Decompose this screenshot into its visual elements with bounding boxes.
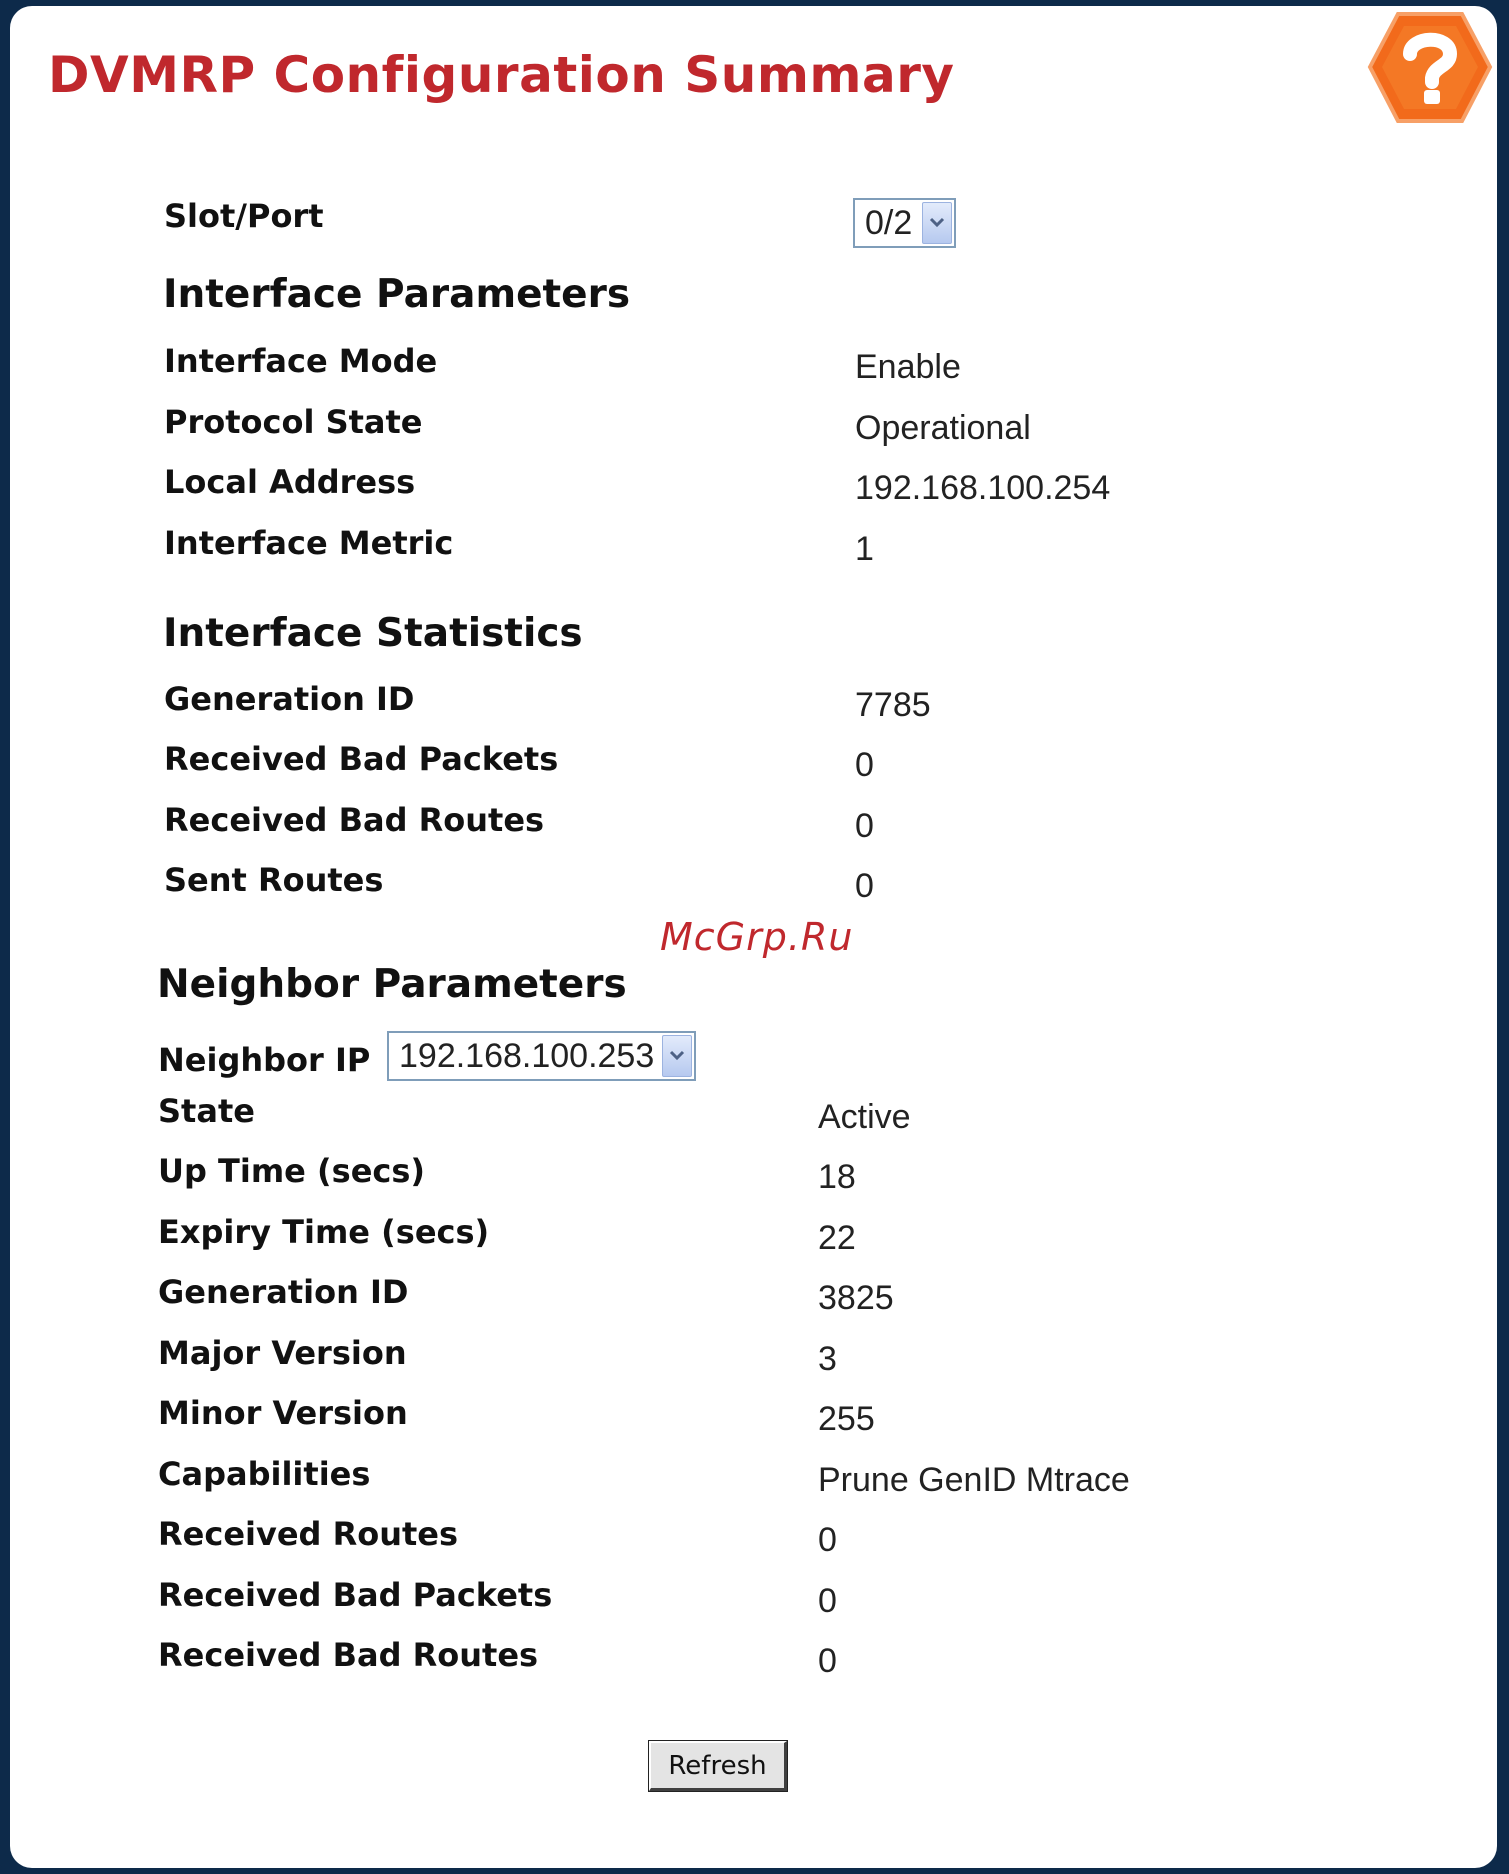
neighbor-ip-selected-value: 192.168.100.253 bbox=[399, 1037, 655, 1075]
expiry-time-label: Expiry Time (secs) bbox=[158, 1213, 490, 1251]
protocol-state-label: Protocol State bbox=[164, 403, 423, 441]
interface-metric-value: 1 bbox=[855, 530, 874, 568]
received-routes-label: Received Routes bbox=[158, 1515, 459, 1553]
received-bad-routes-value: 0 bbox=[855, 807, 874, 845]
page-title: DVMRP Configuration Summary bbox=[48, 46, 955, 104]
received-bad-routes-label: Received Bad Routes bbox=[164, 801, 545, 839]
interface-mode-label: Interface Mode bbox=[164, 342, 438, 380]
refresh-button[interactable]: Refresh bbox=[648, 1740, 788, 1792]
neighbor-received-bad-packets-label: Received Bad Packets bbox=[158, 1576, 553, 1614]
capabilities-value: Prune GenID Mtrace bbox=[818, 1461, 1130, 1499]
neighbor-ip-label: Neighbor IP bbox=[158, 1041, 371, 1079]
neighbor-state-label: State bbox=[158, 1092, 255, 1130]
slot-port-select[interactable]: 0/2 bbox=[853, 198, 956, 248]
sent-routes-label: Sent Routes bbox=[164, 861, 384, 899]
neighbor-ip-select[interactable]: 192.168.100.253 bbox=[387, 1031, 696, 1081]
neighbor-parameters-heading: Neighbor Parameters bbox=[157, 962, 627, 1007]
neighbor-generation-id-label: Generation ID bbox=[158, 1273, 409, 1311]
interface-parameters-heading: Interface Parameters bbox=[163, 272, 631, 317]
neighbor-received-bad-routes-label: Received Bad Routes bbox=[158, 1636, 539, 1674]
neighbor-received-bad-packets-value: 0 bbox=[818, 1582, 837, 1620]
interface-mode-value: Enable bbox=[855, 348, 961, 386]
watermark-text: McGrp.Ru bbox=[660, 915, 854, 959]
minor-version-label: Minor Version bbox=[158, 1394, 408, 1432]
capabilities-label: Capabilities bbox=[158, 1455, 371, 1493]
slot-port-selected-value: 0/2 bbox=[865, 204, 913, 242]
sent-routes-value: 0 bbox=[855, 867, 874, 905]
interface-statistics-heading: Interface Statistics bbox=[163, 611, 583, 656]
question-mark-hexagon-icon bbox=[1367, 12, 1493, 123]
chevron-down-icon bbox=[662, 1035, 692, 1077]
major-version-label: Major Version bbox=[158, 1334, 407, 1372]
protocol-state-value: Operational bbox=[855, 409, 1031, 447]
slot-port-label: Slot/Port bbox=[164, 197, 324, 235]
chevron-down-icon bbox=[922, 202, 952, 244]
local-address-label: Local Address bbox=[164, 463, 416, 501]
help-button[interactable] bbox=[1366, 10, 1494, 125]
expiry-time-value: 22 bbox=[818, 1219, 856, 1257]
up-time-label: Up Time (secs) bbox=[158, 1152, 426, 1190]
neighbor-state-value: Active bbox=[818, 1098, 911, 1136]
generation-id-label: Generation ID bbox=[164, 680, 415, 718]
up-time-value: 18 bbox=[818, 1158, 856, 1196]
minor-version-value: 255 bbox=[818, 1400, 875, 1438]
local-address-value: 192.168.100.254 bbox=[855, 469, 1111, 507]
generation-id-value: 7785 bbox=[855, 686, 931, 724]
neighbor-received-bad-routes-value: 0 bbox=[818, 1642, 837, 1680]
interface-metric-label: Interface Metric bbox=[164, 524, 454, 562]
major-version-value: 3 bbox=[818, 1340, 837, 1378]
received-bad-packets-label: Received Bad Packets bbox=[164, 740, 559, 778]
received-bad-packets-value: 0 bbox=[855, 746, 874, 784]
received-routes-value: 0 bbox=[818, 1521, 837, 1559]
neighbor-generation-id-value: 3825 bbox=[818, 1279, 894, 1317]
